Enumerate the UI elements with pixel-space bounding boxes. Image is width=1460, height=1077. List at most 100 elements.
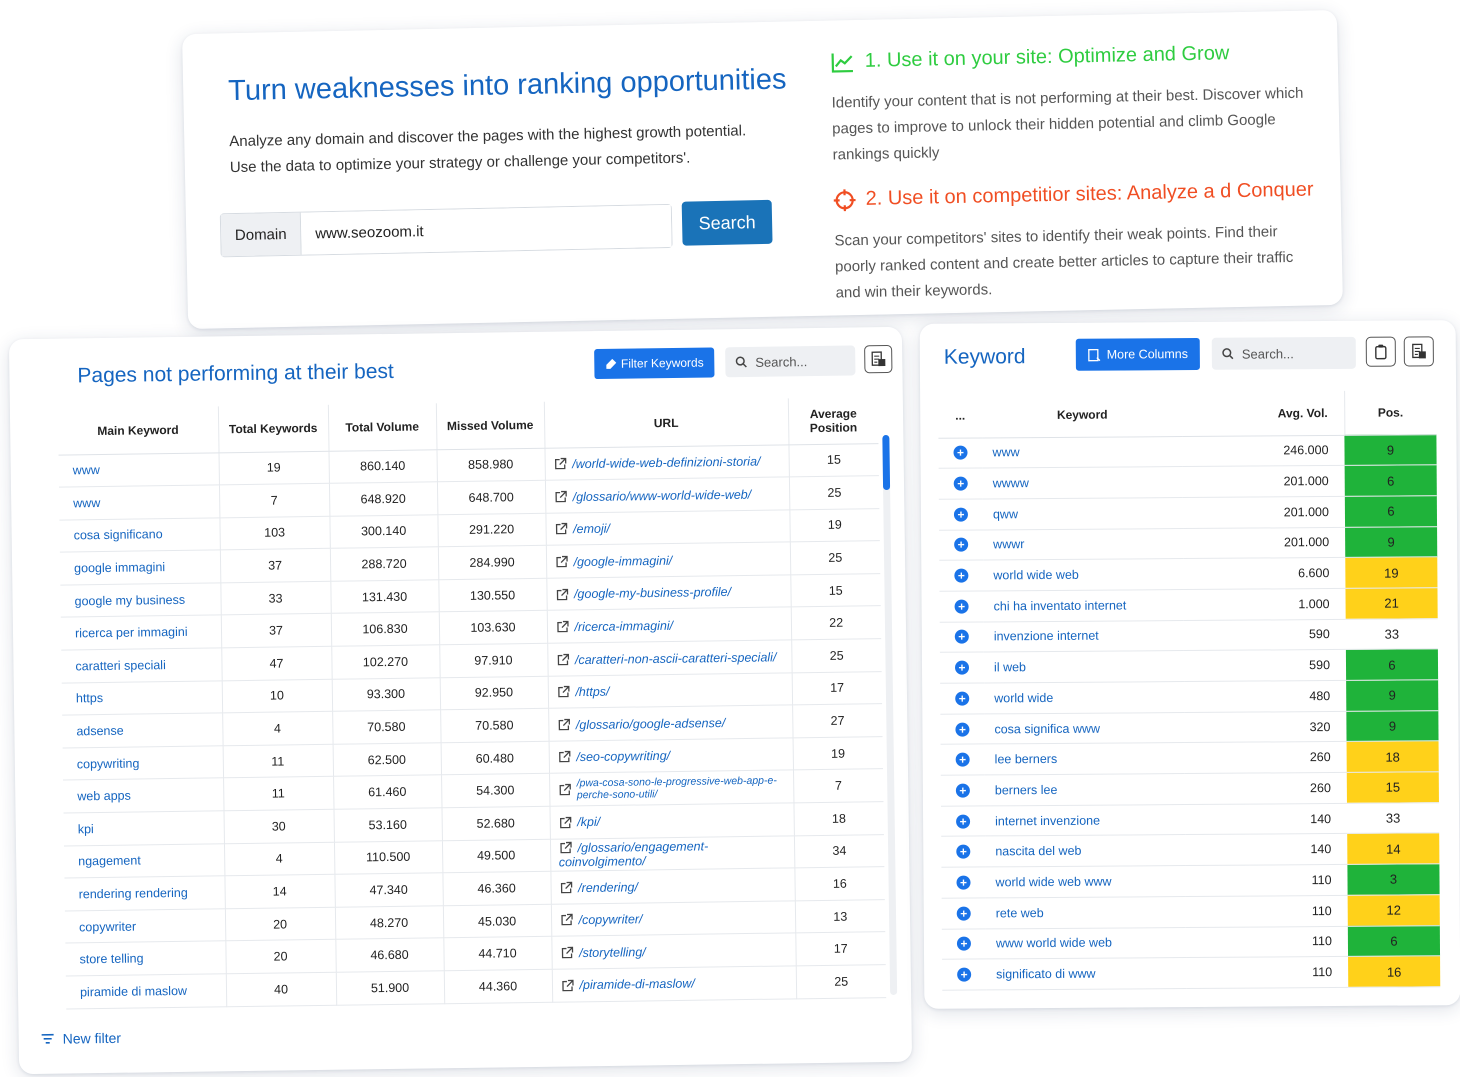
- url-link[interactable]: /ricerca-immagini/: [546, 607, 792, 644]
- plus-circle-icon[interactable]: +: [956, 875, 971, 890]
- main-keyword-link[interactable]: web apps: [63, 778, 224, 814]
- keyword-link[interactable]: berners lee: [984, 773, 1185, 806]
- keyword-link[interactable]: nascita del web: [985, 834, 1186, 868]
- col-total-volume[interactable]: Total Volume: [327, 403, 437, 451]
- keyword-link[interactable]: il web: [983, 650, 1185, 683]
- url-text[interactable]: /glossario/www-world-wide-web/: [573, 487, 752, 503]
- url-link[interactable]: /pwa-cosa-sono-le-progressive-web-app-e-…: [549, 770, 794, 807]
- main-keyword-link[interactable]: adsense: [62, 713, 223, 748]
- plus-circle-icon[interactable]: +: [953, 507, 968, 522]
- col-keyword[interactable]: Keyword: [982, 392, 1183, 438]
- export-excel-button[interactable]: [1403, 336, 1434, 367]
- plus-circle-icon[interactable]: +: [956, 906, 971, 921]
- export-excel-button[interactable]: [864, 344, 893, 374]
- plus-circle-icon[interactable]: +: [955, 691, 970, 706]
- url-link[interactable]: /https/: [547, 672, 793, 709]
- filter-keywords-button[interactable]: Filter Keywords: [594, 347, 715, 380]
- col-total-keywords[interactable]: Total Keywords: [217, 404, 329, 453]
- main-keyword-link[interactable]: ngagement: [63, 843, 225, 879]
- plus-circle-icon[interactable]: +: [956, 844, 971, 859]
- url-link[interactable]: /glossario/engagement-coinvolgimento/: [549, 835, 795, 872]
- url-text[interactable]: /google-my-business-profile/: [574, 585, 731, 601]
- url-link[interactable]: /emoji/: [545, 509, 790, 546]
- col-url[interactable]: URL: [543, 398, 789, 448]
- keyword-link[interactable]: world wide: [984, 681, 1185, 714]
- plus-circle-icon[interactable]: +: [955, 783, 970, 798]
- keyword-link[interactable]: significato di www: [986, 957, 1187, 990]
- main-keyword-link[interactable]: store telling: [65, 941, 226, 977]
- url-link[interactable]: /storytelling/: [551, 933, 796, 970]
- url-text[interactable]: /seo-copywriting/: [576, 749, 670, 764]
- keyword-link[interactable]: lee berners: [984, 742, 1185, 775]
- pages-search-input[interactable]: Search...: [725, 345, 856, 378]
- url-link[interactable]: /world-wide-web-definizioni-storia/: [544, 444, 789, 481]
- url-link[interactable]: /google-my-business-profile/: [546, 574, 791, 611]
- plus-circle-icon[interactable]: +: [955, 722, 970, 737]
- url-text[interactable]: /copywriter/: [578, 912, 642, 927]
- main-keyword-link[interactable]: ricerca per immagini: [60, 615, 222, 651]
- url-text[interactable]: /world-wide-web-definizioni-storia/: [572, 454, 760, 471]
- url-text[interactable]: /storytelling/: [579, 945, 646, 960]
- keyword-link[interactable]: cosa significa www: [984, 712, 1185, 745]
- plus-circle-icon[interactable]: +: [954, 599, 969, 614]
- plus-circle-icon[interactable]: +: [956, 814, 971, 829]
- col-main-keyword[interactable]: Main Keyword: [57, 406, 219, 455]
- main-keyword-link[interactable]: rendering rendering: [64, 876, 225, 911]
- plus-circle-icon[interactable]: +: [956, 936, 971, 951]
- keyword-link[interactable]: www world wide web: [985, 927, 1187, 960]
- url-link[interactable]: /google-immagini/: [545, 542, 791, 579]
- plus-circle-icon[interactable]: +: [954, 568, 969, 583]
- url-text[interactable]: /rendering/: [578, 880, 638, 895]
- url-text[interactable]: /kpi/: [577, 815, 600, 829]
- scrollbar-thumb[interactable]: [882, 434, 891, 491]
- clipboard-button[interactable]: [1365, 336, 1396, 367]
- url-link[interactable]: /kpi/: [549, 802, 794, 839]
- col-avg-vol[interactable]: Avg. Vol.: [1182, 390, 1345, 437]
- col-position[interactable]: Pos.: [1344, 390, 1437, 435]
- plus-circle-icon[interactable]: +: [957, 967, 972, 982]
- url-link[interactable]: /caratteri-non-ascii-caratteri-speciali/: [547, 639, 792, 676]
- main-keyword-link[interactable]: google immagini: [59, 550, 221, 585]
- keyword-link[interactable]: internet invenzione: [984, 804, 1186, 837]
- url-text[interactable]: /glossario/google-adsense/: [576, 716, 726, 732]
- main-keyword-link[interactable]: google my business: [60, 582, 221, 618]
- main-keyword-link[interactable]: https: [61, 680, 223, 716]
- main-keyword-link[interactable]: www: [58, 452, 219, 488]
- url-text[interactable]: /pwa-cosa-sono-le-progressive-web-app-e-…: [577, 775, 787, 802]
- plus-circle-icon[interactable]: +: [953, 445, 968, 460]
- main-keyword-link[interactable]: cosa significano: [59, 517, 220, 553]
- keyword-link[interactable]: world wide web www: [985, 865, 1186, 898]
- main-keyword-link[interactable]: kpi: [63, 810, 224, 846]
- url-link[interactable]: /glossario/www-world-wide-web/: [544, 476, 790, 513]
- more-columns-button[interactable]: More Columns: [1075, 337, 1200, 371]
- url-text[interactable]: /emoji/: [573, 522, 610, 537]
- url-text[interactable]: /caratteri-non-ascii-caratteri-speciali/: [575, 650, 777, 667]
- keyword-link[interactable]: chi ha inventato internet: [983, 589, 1184, 622]
- keyword-link[interactable]: wwww: [982, 466, 1183, 499]
- main-keyword-link[interactable]: copywriter: [64, 908, 226, 944]
- col-missed-volume[interactable]: Missed Volume: [435, 401, 545, 450]
- plus-circle-icon[interactable]: +: [955, 752, 970, 767]
- plus-circle-icon[interactable]: +: [953, 476, 968, 491]
- url-link[interactable]: /piramide-di-maslow/: [551, 965, 797, 1002]
- plus-circle-icon[interactable]: +: [954, 660, 970, 675]
- keyword-link[interactable]: wwwr: [983, 528, 1184, 561]
- new-filter-button[interactable]: New filter: [41, 1030, 121, 1047]
- url-text[interactable]: /https/: [575, 685, 609, 699]
- main-keyword-link[interactable]: www: [58, 484, 220, 520]
- url-text[interactable]: /piramide-di-maslow/: [579, 977, 694, 993]
- url-link[interactable]: /glossario/google-adsense/: [548, 705, 793, 742]
- keyword-link[interactable]: rete web: [985, 896, 1186, 929]
- url-text[interactable]: /google-immagini/: [573, 553, 672, 568]
- plus-circle-icon[interactable]: +: [954, 537, 969, 553]
- main-keyword-link[interactable]: piramide di maslow: [65, 973, 227, 1009]
- url-text[interactable]: /ricerca-immagini/: [574, 619, 673, 634]
- url-link[interactable]: /copywriter/: [550, 900, 796, 937]
- search-button[interactable]: Search: [681, 199, 773, 246]
- url-link[interactable]: /seo-copywriting/: [548, 737, 794, 774]
- keyword-link[interactable]: world wide web: [983, 558, 1184, 591]
- main-keyword-link[interactable]: caratteri speciali: [61, 647, 222, 683]
- keyword-link[interactable]: invenzione internet: [983, 620, 1184, 653]
- url-text[interactable]: /glossario/engagement-coinvolgimento/: [559, 839, 709, 870]
- keyword-link[interactable]: www: [982, 436, 1183, 469]
